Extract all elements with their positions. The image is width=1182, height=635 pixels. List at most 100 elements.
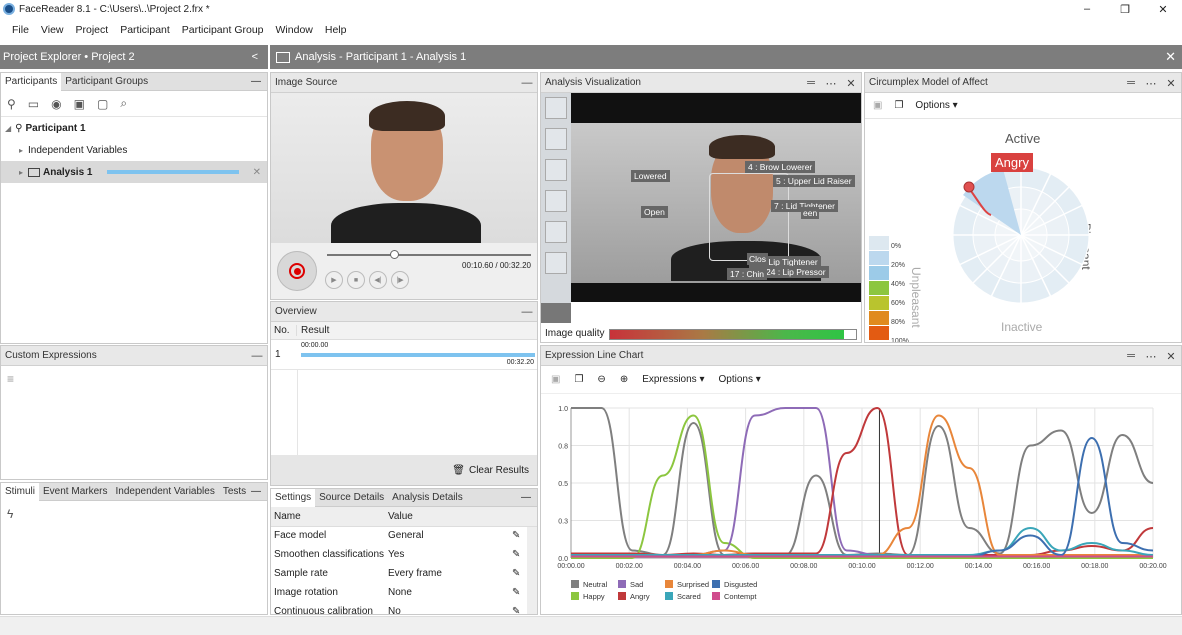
step-back-icon[interactable]: ◀|	[369, 271, 387, 289]
view-chart-button[interactable]	[545, 252, 567, 274]
tab-settings[interactable]: Settings	[271, 489, 316, 507]
overview-row[interactable]: 1 00:00.00 00:32.20	[271, 340, 537, 370]
y-tick-label: 1.0	[558, 406, 568, 413]
settings-row[interactable]: Face model General ✎	[271, 526, 537, 545]
restore-button[interactable]: ❐	[1106, 0, 1144, 18]
save-icon[interactable]: ▣	[873, 100, 882, 111]
tab-event-markers[interactable]: Event Markers	[39, 483, 111, 501]
menu-lines-icon[interactable]: ═	[1121, 77, 1141, 89]
copy-icon[interactable]: ❐	[894, 100, 903, 111]
save-icon[interactable]: ▣	[551, 374, 560, 385]
participants-panel: Participants Participant Groups — ⚲ ▭ ◉ …	[0, 72, 268, 344]
add-expression-icon[interactable]: ≡	[7, 372, 14, 386]
setting-value: None	[388, 587, 412, 598]
x-tick-label: 00:02.00	[616, 563, 643, 570]
tab-participants[interactable]: Participants	[1, 72, 62, 91]
legend-swatch	[618, 580, 626, 588]
timeline-thumb[interactable]	[390, 250, 399, 259]
step-forward-icon[interactable]: |▶	[391, 271, 409, 289]
tree-independent-variables[interactable]: ▸ Independent Variables	[1, 139, 267, 161]
image-quality-label: Image quality	[545, 328, 605, 339]
menu-lines-icon[interactable]: ═	[801, 77, 821, 89]
settings-scrollbar[interactable]	[527, 527, 537, 614]
menu-participant[interactable]: Participant	[120, 24, 170, 36]
expand-arrow-icon[interactable]: ◢	[5, 124, 11, 133]
more-icon[interactable]: ⋯	[1141, 350, 1161, 363]
tab-independent-variables[interactable]: Independent Variables	[111, 483, 218, 501]
tree-participant[interactable]: ◢ ⚲ Participant 1	[1, 117, 267, 139]
tab-participant-groups[interactable]: Participant Groups	[61, 73, 152, 91]
more-icon[interactable]: ⋯	[1141, 77, 1161, 90]
close-window-button[interactable]: ✕	[1144, 0, 1182, 18]
panel-minimize-icon[interactable]: —	[251, 76, 261, 87]
circumplex-options-button[interactable]: Options ▾	[915, 100, 957, 111]
settings-row[interactable]: Image rotation None ✎	[271, 583, 537, 602]
menu-file[interactable]: File	[12, 24, 29, 36]
menu-project[interactable]: Project	[76, 24, 109, 36]
menu-window[interactable]: Window	[276, 24, 313, 36]
analysis-visualization-panel: Analysis Visualization ═ ⋯ ✕ Lowered Open …	[540, 72, 862, 343]
play-icon[interactable]: ▶	[325, 271, 343, 289]
close-panel-icon[interactable]: ✕	[841, 77, 861, 90]
tree-analysis[interactable]: ▸ Analysis 1 ✕	[1, 161, 267, 183]
menu-help[interactable]: Help	[325, 24, 347, 36]
collapse-explorer-button[interactable]: <	[252, 51, 258, 63]
minimize-button[interactable]: –	[1068, 0, 1106, 18]
remove-analysis-icon[interactable]: ✕	[253, 167, 261, 178]
panel-minimize-icon[interactable]: —	[517, 306, 537, 318]
analysis-visualization-header: Analysis Visualization ═ ⋯ ✕	[541, 73, 861, 93]
trash-icon[interactable]: 🗑	[452, 465, 465, 476]
more-icon[interactable]: ⋯	[821, 77, 841, 90]
copy-icon[interactable]: ❐	[574, 374, 583, 385]
camera-analysis-icon[interactable]: ◉	[51, 97, 61, 111]
add-analysis-icon[interactable]: ▭	[28, 97, 39, 111]
tab-stimuli[interactable]: Stimuli	[1, 482, 40, 501]
panel-minimize-icon[interactable]: —	[251, 486, 261, 497]
delete-icon[interactable]: ▢	[97, 97, 108, 111]
view-model-button[interactable]	[545, 190, 567, 212]
search-icon[interactable]: ⌕	[120, 96, 127, 111]
add-stimulus-icon[interactable]: ϟ	[7, 507, 13, 521]
collapsed-arrow-icon[interactable]: ▸	[19, 146, 23, 155]
close-panel-icon[interactable]: ✕	[1161, 77, 1181, 90]
collapsed-arrow-icon[interactable]: ▸	[19, 168, 23, 177]
settings-row[interactable]: Sample rate Every frame ✎	[271, 564, 537, 583]
view-face-button[interactable]	[545, 159, 567, 181]
settings-row[interactable]: Continuous calibration No ✎	[271, 602, 537, 614]
project-explorer-title: Project Explorer • Project 2	[3, 51, 135, 63]
record-button[interactable]	[277, 251, 317, 291]
expression-chart-title: Expression Line Chart	[545, 350, 644, 361]
settings-row[interactable]: Smoothen classifications Yes ✎	[271, 545, 537, 564]
view-mesh-button[interactable]	[545, 128, 567, 150]
analysis-title: Analysis - Participant 1 - Analysis 1	[295, 51, 467, 63]
overview-header: Overview —	[271, 302, 537, 322]
circumplex-header: Circumplex Model of Affect ═ ⋯ ✕	[865, 73, 1181, 93]
chart-options-button[interactable]: Options ▾	[718, 374, 760, 385]
zoom-in-icon[interactable]: ⊕	[620, 374, 628, 385]
image-analysis-icon[interactable]: ▣	[74, 97, 85, 111]
clear-results-button[interactable]: Clear Results	[469, 465, 529, 476]
scale-swatch	[869, 251, 889, 265]
tab-analysis-details[interactable]: Analysis Details	[388, 489, 467, 507]
view-frame-button[interactable]	[545, 97, 567, 119]
timeline-track[interactable]	[327, 254, 531, 256]
expressions-menu-button[interactable]: Expressions ▾	[642, 374, 704, 385]
menu-participant-group[interactable]: Participant Group	[182, 24, 264, 36]
close-analysis-button[interactable]: ✕	[1165, 49, 1176, 65]
tab-source-details[interactable]: Source Details	[315, 489, 388, 507]
stop-icon[interactable]: ■	[347, 271, 365, 289]
view-grid-button[interactable]	[545, 221, 567, 243]
menu-lines-icon[interactable]: ═	[1121, 350, 1141, 362]
menu-view[interactable]: View	[41, 24, 64, 36]
panel-minimize-icon[interactable]: —	[521, 492, 531, 503]
x-tick-label: 00:10.00	[848, 563, 875, 570]
tab-tests[interactable]: Tests	[219, 483, 250, 501]
panel-minimize-icon[interactable]: —	[247, 350, 267, 362]
zoom-out-icon[interactable]: ⊖	[597, 374, 605, 385]
label-active: Active	[1005, 131, 1041, 146]
panel-minimize-icon[interactable]: —	[517, 77, 537, 89]
label-au4: 4 : Brow Lowerer	[745, 161, 816, 173]
row-number: 1	[275, 349, 281, 360]
close-panel-icon[interactable]: ✕	[1161, 350, 1181, 363]
add-participant-icon[interactable]: ⚲	[7, 97, 16, 111]
